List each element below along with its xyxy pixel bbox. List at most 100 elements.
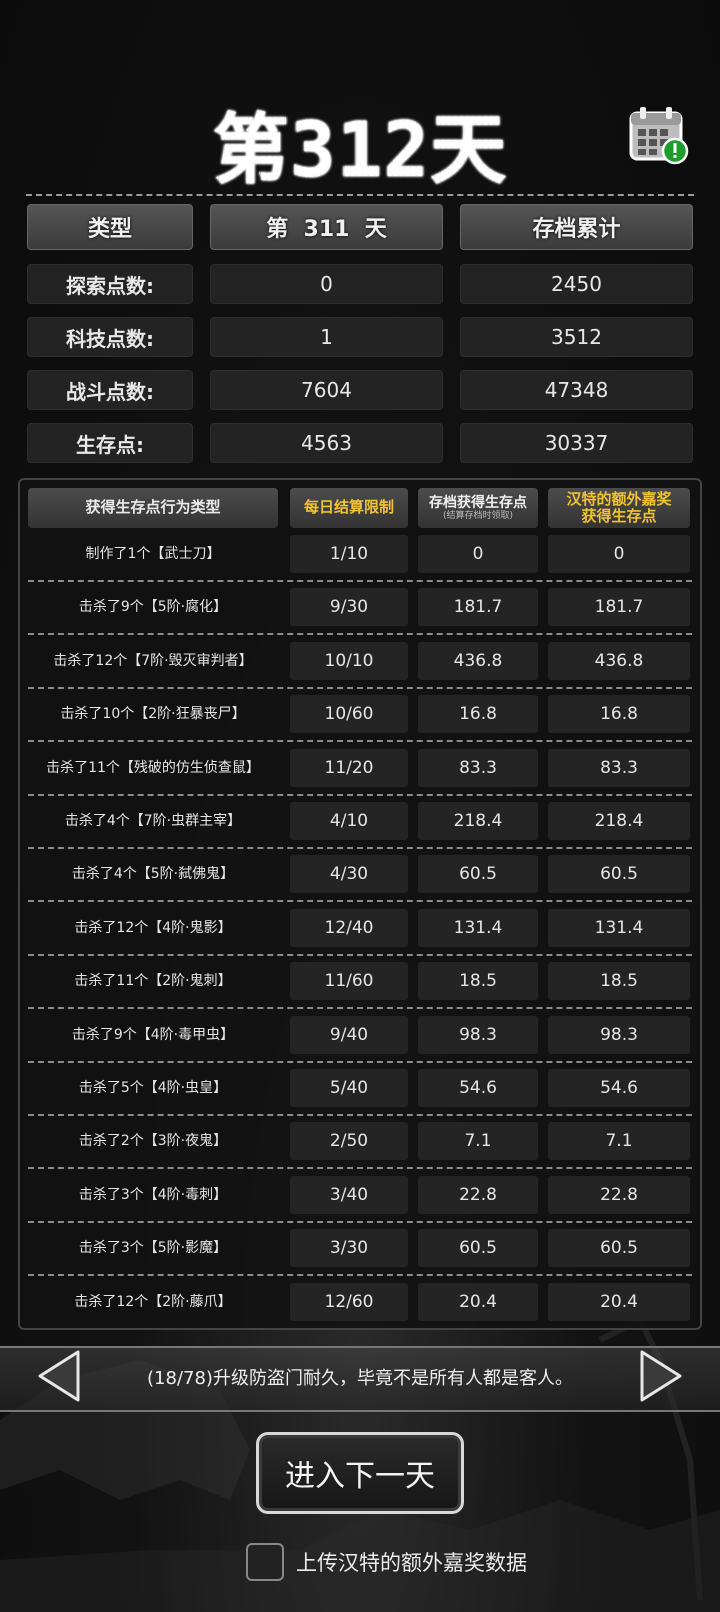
row-action-name: 制作了1个【武士刀】 [85,546,221,562]
row-divider [28,1007,692,1010]
summary-header-day: 第 311 天 [210,204,443,250]
row-bonus-points: 83.3 [548,748,690,787]
table-row: 击杀了3个【5阶·影魔】 3/30 60.5 60.5 [0,1227,720,1280]
summary-value-day: 7604 [210,370,443,410]
divider [26,194,694,196]
row-divider [28,580,692,582]
table-row: 击杀了9个【5阶·腐化】 9/30 181.7 181.7 [0,586,720,639]
table-row: 击杀了5个【4阶·虫皇】 5/40 54.6 54.6 [0,1067,720,1120]
table-row: 击杀了9个【4阶·毒甲虫】 9/40 98.3 98.3 [0,1014,720,1067]
row-action-name: 击杀了4个【5阶·弑佛鬼】 [71,866,235,883]
summary-value-total: 3512 [460,317,693,357]
row-action-name: 击杀了12个【7阶·毁灭审判者】 [53,652,253,669]
row-daily-limit: 9/30 [290,588,408,627]
summary-value-day: 0 [210,264,443,304]
table-header-bonus: 汉特的额外嘉奖 获得生存点 [548,488,690,528]
row-bonus-points: 218.4 [548,802,690,840]
row-daily-limit: 3/40 [290,1175,408,1214]
summary-value-day: 4563 [210,423,443,463]
row-daily-limit: 11/20 [290,748,408,787]
row-action-name: 击杀了3个【4阶·毒刺】 [78,1186,228,1203]
row-action-name: 击杀了12个【2阶·藤爪】 [74,1293,232,1310]
table-row: 击杀了12个【4阶·鬼影】 12/40 131.4 131.4 [0,907,720,960]
table-header-limit: 每日结算限制 [290,488,408,528]
table-row: 击杀了4个【7阶·虫群主宰】 4/10 218.4 218.4 [0,800,720,853]
row-divider [28,686,692,689]
table-row: 击杀了11个【残破的仿生侦查鼠】 11/20 83.3 83.3 [0,747,720,800]
table-row: 制作了1个【武士刀】 1/10 0 0 [0,533,720,586]
row-action-name: 击杀了10个【2阶·狂暴丧尸】 [60,706,246,723]
row-divider [28,847,692,849]
prev-tip-arrow-icon[interactable] [34,1348,82,1404]
calendar-alert-icon[interactable] [628,104,690,166]
table-row: 击杀了11个【2阶·鬼刺】 11/60 18.5 18.5 [0,960,720,1013]
row-bonus-points: 54.6 [548,1069,690,1107]
table-header-bonus-line2: 获得生存点 [581,507,657,525]
table-header-type: 获得生存点行为类型 [28,488,278,528]
row-archive-points: 54.6 [418,1069,538,1107]
upload-bonus-checkbox[interactable] [246,1543,284,1581]
table-header-bonus-line1: 汉特的额外嘉奖 [566,489,672,508]
row-divider [28,633,692,636]
row-divider [28,1060,692,1063]
row-daily-limit: 11/60 [290,962,408,1001]
summary-label-survival: 生存点: [27,423,193,463]
summary-value-total: 47348 [460,370,693,410]
row-daily-limit: 1/10 [290,535,408,573]
row-bonus-points: 22.8 [548,1175,690,1214]
row-archive-points: 60.5 [418,1229,538,1268]
table-header-archive-title: 存档获得生存点 [429,494,527,511]
row-action-name: 击杀了12个【4阶·鬼影】 [74,919,232,936]
summary-label-combat: 战斗点数: [27,370,193,410]
summary-label-tech: 科技点数: [27,317,193,357]
table-header-archive-note: (结算存档时领取) [442,510,514,521]
table-row: 击杀了12个【7阶·毁灭审判者】 10/10 436.8 436.8 [0,640,720,693]
row-action-name: 击杀了9个【5阶·腐化】 [78,599,228,616]
row-action-name: 击杀了2个【3阶·夜鬼】 [78,1133,228,1150]
row-action-name: 击杀了3个【5阶·影魔】 [78,1240,228,1257]
summary-value-day: 1 [210,317,443,357]
summary-value-total: 30337 [460,423,693,463]
row-archive-points: 7.1 [418,1122,538,1161]
row-daily-limit: 9/40 [290,1015,408,1054]
summary-header-total: 存档累计 [460,204,693,250]
row-daily-limit: 4/10 [290,802,408,840]
row-action-name: 击杀了5个【4阶·虫皇】 [78,1080,228,1096]
table-row: 击杀了3个【4阶·毒刺】 3/40 22.8 22.8 [0,1174,720,1227]
row-daily-limit: 10/60 [290,695,408,734]
next-day-button[interactable]: 进入下一天 [256,1432,464,1514]
row-bonus-points: 16.8 [548,695,690,734]
row-daily-limit: 10/10 [290,641,408,680]
row-archive-points: 60.5 [418,855,538,894]
upload-bonus-option[interactable]: 上传汉特的额外嘉奖数据 [246,1543,527,1581]
row-archive-points: 0 [418,535,538,573]
row-divider [28,1167,692,1170]
table-row: 击杀了2个【3阶·夜鬼】 2/50 7.1 7.1 [0,1120,720,1173]
row-bonus-points: 18.5 [548,962,690,1001]
row-daily-limit: 2/50 [290,1122,408,1161]
row-divider [28,740,692,743]
row-bonus-points: 60.5 [548,1229,690,1268]
row-divider [28,793,692,796]
row-archive-points: 436.8 [418,641,538,680]
row-daily-limit: 12/40 [290,908,408,947]
next-tip-arrow-icon[interactable] [638,1348,686,1404]
row-archive-points: 98.3 [418,1015,538,1054]
row-daily-limit: 5/40 [290,1069,408,1107]
row-divider [28,953,692,956]
row-archive-points: 83.3 [418,748,538,787]
row-daily-limit: 4/30 [290,855,408,894]
row-archive-points: 131.4 [418,908,538,947]
tip-text: (18/78)升级防盗门耐久，毕竟不是所有人都是客人。 [147,1368,573,1389]
row-archive-points: 16.8 [418,695,538,734]
summary-header-type: 类型 [27,204,193,250]
summary-label-explore: 探索点数: [27,264,193,304]
row-divider [28,900,692,903]
row-action-name: 击杀了11个【残破的仿生侦查鼠】 [46,759,260,776]
row-archive-points: 22.8 [418,1175,538,1214]
row-bonus-points: 131.4 [548,908,690,947]
table-row: 击杀了12个【2阶·藤爪】 12/60 20.4 20.4 [0,1281,720,1334]
table-row: 击杀了10个【2阶·狂暴丧尸】 10/60 16.8 16.8 [0,693,720,746]
row-bonus-points: 60.5 [548,855,690,894]
row-divider [28,1274,692,1277]
